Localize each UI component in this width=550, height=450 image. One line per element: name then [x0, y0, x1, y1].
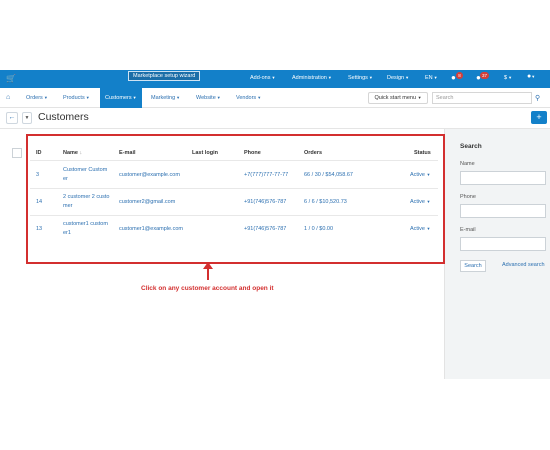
messages-badge: 37 [480, 72, 490, 79]
currency-menu-label: $ [504, 75, 508, 81]
nav-vendors[interactable]: Vendors▼ [236, 88, 261, 108]
administration-menu[interactable]: Administration▼ [292, 75, 332, 81]
currency-menu[interactable]: $▼ [504, 75, 512, 81]
title-dropdown-button[interactable]: ▼ [22, 112, 32, 124]
chevron-down-icon: ▼ [405, 75, 410, 80]
user-icon[interactable]: ●▼ [527, 73, 535, 80]
settings-menu-label: Settings [348, 75, 368, 81]
marketplace-wizard-button[interactable]: Marketplace setup wizard [128, 71, 201, 81]
settings-menu[interactable]: Settings▼ [348, 75, 373, 81]
notifications-badge: 8 [456, 72, 463, 79]
nav-customers[interactable]: Customers▼ [100, 88, 142, 108]
nav-website-label: Website [196, 95, 216, 101]
chevron-down-icon: ▼ [85, 95, 90, 100]
chevron-down-icon: ▼ [132, 95, 137, 100]
chevron-down-icon: ▼ [271, 75, 276, 80]
quick-start-menu-button[interactable]: Quick start menu ▼ [368, 92, 428, 104]
email-field[interactable] [460, 237, 546, 251]
nav-orders-label: Orders [26, 95, 43, 101]
nav-products[interactable]: Products▼ [63, 88, 90, 108]
sidebar-search-button[interactable]: Search [460, 260, 486, 272]
search-sidebar: Search Name Phone E-mail Search Advanced… [444, 129, 550, 379]
administration-menu-label: Administration [292, 75, 327, 81]
page-title: Customers [38, 111, 89, 123]
instruction-text: Click on any customer account and open i… [141, 285, 274, 292]
top-admin-bar: 🛒 Marketplace setup wizard Add-ons▼ Admi… [0, 70, 550, 88]
email-label: E-mail [460, 227, 476, 233]
advanced-search-link[interactable]: Advanced search [502, 262, 545, 268]
search-icon[interactable]: ⚲ [535, 94, 540, 102]
main-navigation: ⌂ Orders▼ Products▼ Customers▼ Marketing… [0, 88, 550, 108]
chevron-down-icon: ▼ [433, 75, 438, 80]
home-icon[interactable]: ⌂ [6, 94, 10, 101]
nav-products-label: Products [63, 95, 85, 101]
chevron-down-icon: ▼ [43, 95, 48, 100]
phone-field[interactable] [460, 204, 546, 218]
screenshot-stage: 🛒 Marketplace setup wizard Add-ons▼ Admi… [0, 0, 550, 450]
addons-menu[interactable]: Add-ons▼ [250, 75, 275, 81]
annotation-arrow-line [207, 266, 209, 280]
cart-icon[interactable]: 🛒 [6, 74, 16, 83]
chevron-down-icon: ▼ [368, 75, 373, 80]
chevron-down-icon: ▼ [508, 75, 513, 80]
chevron-down-icon: ▼ [417, 95, 422, 100]
nav-customers-label: Customers [105, 95, 132, 101]
addons-menu-label: Add-ons [250, 75, 271, 81]
back-button[interactable]: ← [6, 112, 18, 124]
chevron-down-icon: ▼ [327, 75, 332, 80]
nav-vendors-label: Vendors [236, 95, 257, 101]
add-customer-button[interactable]: + [531, 111, 547, 124]
quick-start-label: Quick start menu [374, 95, 417, 101]
chevron-down-icon: ▼ [176, 95, 181, 100]
chevron-down-icon: ▼ [257, 95, 262, 100]
phone-label: Phone [460, 194, 476, 200]
name-field[interactable] [460, 171, 546, 185]
language-menu[interactable]: EN▼ [425, 75, 438, 81]
global-search-input[interactable]: Search [432, 92, 532, 104]
arrow-left-icon: ← [8, 114, 16, 121]
design-menu-label: Design [387, 75, 405, 81]
select-all-checkbox[interactable] [12, 148, 22, 158]
chevron-down-icon: ▼ [216, 95, 221, 100]
highlight-box [26, 134, 445, 264]
nav-orders[interactable]: Orders▼ [26, 88, 48, 108]
name-label: Name [460, 161, 475, 167]
chevron-down-icon: ▼ [24, 115, 30, 121]
sidebar-title: Search [460, 143, 482, 150]
language-menu-label: EN [425, 75, 433, 81]
design-menu[interactable]: Design▼ [387, 75, 409, 81]
nav-website[interactable]: Website▼ [196, 88, 221, 108]
nav-marketing-label: Marketing [151, 95, 176, 101]
nav-marketing[interactable]: Marketing▼ [151, 88, 180, 108]
